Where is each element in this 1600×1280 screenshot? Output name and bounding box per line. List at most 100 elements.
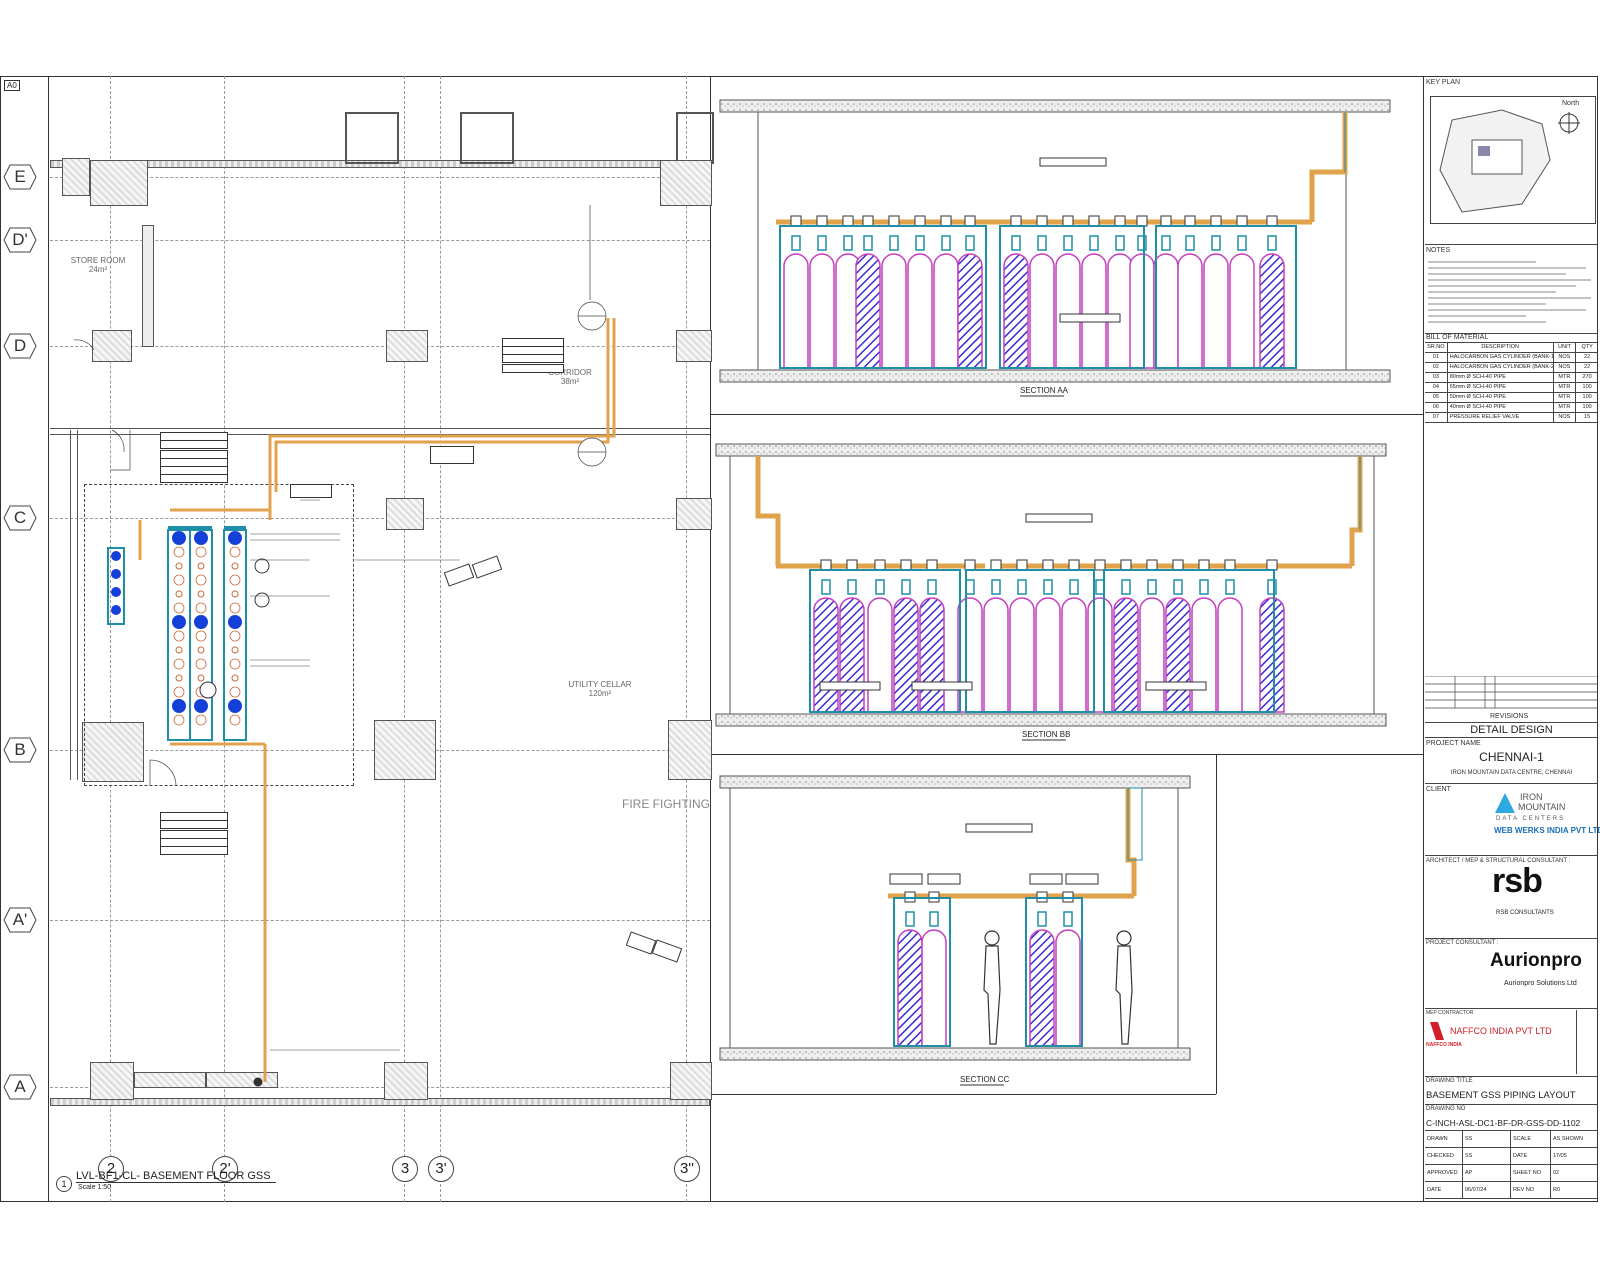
discharge-head bbox=[1068, 559, 1080, 571]
discharge-head bbox=[964, 215, 976, 227]
bom-cell: HALOCARBON GAS CYLINDER (BANK-2) bbox=[1449, 363, 1554, 372]
cylinder-valve bbox=[1089, 235, 1099, 251]
gas-cylinder bbox=[1129, 253, 1155, 369]
client-logo-line1: IRON bbox=[1520, 792, 1543, 802]
meta-cell: AP bbox=[1463, 1165, 1511, 1181]
meta-cell: DATE bbox=[1511, 1148, 1551, 1164]
section-c-label: SECTION CC bbox=[960, 1075, 1010, 1084]
consultant-name: Aurionpro Solutions Ltd bbox=[1504, 980, 1577, 987]
gas-cylinder bbox=[809, 253, 835, 369]
discharge-head bbox=[1266, 215, 1278, 227]
discharge-head bbox=[1160, 215, 1172, 227]
meta-cell: SS bbox=[1463, 1148, 1511, 1164]
cylinder-valve bbox=[847, 579, 857, 595]
meta-cell: APPROVED bbox=[1425, 1165, 1463, 1181]
stage-label: DETAIL DESIGN bbox=[1470, 724, 1553, 736]
iron-mountain-logo-icon bbox=[1495, 793, 1515, 813]
gas-cylinder bbox=[1203, 253, 1229, 369]
cylinder-valve bbox=[1063, 911, 1073, 927]
gas-cylinder bbox=[1259, 597, 1285, 713]
discharge-head bbox=[1010, 215, 1022, 227]
cylinder-valve bbox=[1069, 579, 1079, 595]
cylinder-valve bbox=[915, 235, 925, 251]
discharge-head bbox=[1136, 215, 1148, 227]
bom-header: DESCRIPTION bbox=[1448, 343, 1554, 352]
cylinder-valve bbox=[1043, 579, 1053, 595]
bom-cell: 22 bbox=[1584, 354, 1591, 360]
tb-divider bbox=[1425, 855, 1598, 856]
cylinder-valve bbox=[1037, 235, 1047, 251]
drawing-no-label: DRAWING NO bbox=[1426, 1106, 1466, 1112]
gas-cylinder bbox=[881, 253, 907, 369]
cylinder-valve bbox=[901, 579, 911, 595]
gas-cylinder bbox=[1259, 253, 1285, 369]
bom-cell: 40mm Ø SCH-40 PIPE bbox=[1448, 403, 1554, 412]
tb-divider bbox=[1425, 1076, 1598, 1077]
cylinder-valve bbox=[1225, 579, 1235, 595]
discharge-head bbox=[1210, 215, 1222, 227]
cylinder-valve bbox=[1211, 235, 1221, 251]
cylinder-valve bbox=[863, 235, 873, 251]
gas-cylinder bbox=[1081, 253, 1107, 369]
cylinder-valve bbox=[889, 235, 899, 251]
gas-cylinder bbox=[1229, 253, 1255, 369]
gas-cylinder bbox=[957, 597, 983, 713]
gas-cylinder bbox=[1217, 597, 1243, 713]
client-name: WEB WERKS INDIA PVT LTD bbox=[1494, 826, 1600, 835]
discharge-head bbox=[1236, 215, 1248, 227]
discharge-head bbox=[1016, 559, 1028, 571]
discharge-head bbox=[1094, 559, 1106, 571]
section-c-ceiling bbox=[719, 775, 1191, 789]
bom-header-row: SR.NO DESCRIPTION UNIT QTY bbox=[1425, 342, 1598, 353]
cylinder-valve bbox=[1161, 235, 1171, 251]
cylinder-valve bbox=[929, 911, 939, 927]
gas-cylinder bbox=[855, 253, 881, 369]
notes-text-lines bbox=[1428, 261, 1591, 323]
contractor-side-box bbox=[1576, 1010, 1599, 1074]
north-label: North bbox=[1562, 100, 1580, 107]
project-consultant-label: PROJECT CONSULTANT : bbox=[1426, 940, 1499, 946]
cylinder-valve bbox=[965, 235, 975, 251]
gas-cylinder bbox=[1029, 929, 1055, 1047]
gas-cylinder bbox=[921, 929, 947, 1047]
bom-cell: NOS bbox=[1554, 363, 1577, 372]
gas-cylinder bbox=[1055, 929, 1081, 1047]
tb-divider bbox=[1425, 938, 1598, 939]
drawing-title-label: DRAWING TITLE bbox=[1426, 1078, 1473, 1084]
cylinder-valve bbox=[1011, 235, 1021, 251]
bom-row: 06 40mm Ø SCH-40 PIPE MTR 100 bbox=[1425, 403, 1598, 413]
gas-cylinder bbox=[1139, 597, 1165, 713]
cylinder-valve bbox=[965, 579, 975, 595]
cylinder-valve bbox=[1115, 235, 1125, 251]
consultant-logo: Aurionpro bbox=[1490, 950, 1582, 971]
meta-cell: 02 bbox=[1553, 1170, 1560, 1176]
discharge-head bbox=[1036, 215, 1048, 227]
project-sub: IRON MOUNTAIN DATA CENTRE, CHENNAI bbox=[1450, 770, 1573, 776]
discharge-head bbox=[926, 559, 938, 571]
client-label: CLIENT bbox=[1426, 786, 1451, 793]
gas-cylinder bbox=[813, 597, 839, 713]
bom-table: SR.NO DESCRIPTION UNIT QTY 01 HALOCARBON … bbox=[1425, 342, 1598, 423]
discharge-head bbox=[888, 215, 900, 227]
naffco-logo-icon bbox=[1430, 1022, 1444, 1040]
meta-table: DRAWN SS SCALE AS SHOWN CHECKED SS DATE 17/05 AP… bbox=[1425, 1131, 1598, 1199]
project-name: CHENNAI-1 bbox=[1479, 750, 1544, 764]
cylinder-valve bbox=[1017, 579, 1027, 595]
meta-cell: SS bbox=[1463, 1131, 1511, 1147]
bom-label: BILL OF MATERIAL bbox=[1426, 334, 1489, 341]
discharge-head bbox=[1146, 559, 1158, 571]
bom-row: 04 65mm Ø SCH-40 PIPE MTR 100 bbox=[1425, 383, 1598, 393]
discharge-head bbox=[1062, 215, 1074, 227]
meta-cell: DRAWN bbox=[1425, 1131, 1463, 1147]
client-logo-line2: MOUNTAIN bbox=[1518, 802, 1566, 812]
cylinder-valve bbox=[1173, 579, 1183, 595]
architect-logo: rsb bbox=[1492, 862, 1543, 900]
gas-cylinder bbox=[933, 253, 959, 369]
key-plan-label: KEY PLAN bbox=[1426, 79, 1461, 86]
gas-cylinder bbox=[839, 597, 865, 713]
bom-cell: 05 bbox=[1425, 393, 1448, 402]
gas-cylinder bbox=[1153, 253, 1179, 369]
section-a-ceiling bbox=[719, 99, 1391, 113]
revisions-label: REVISIONS bbox=[1490, 713, 1529, 720]
discharge-head bbox=[846, 559, 858, 571]
